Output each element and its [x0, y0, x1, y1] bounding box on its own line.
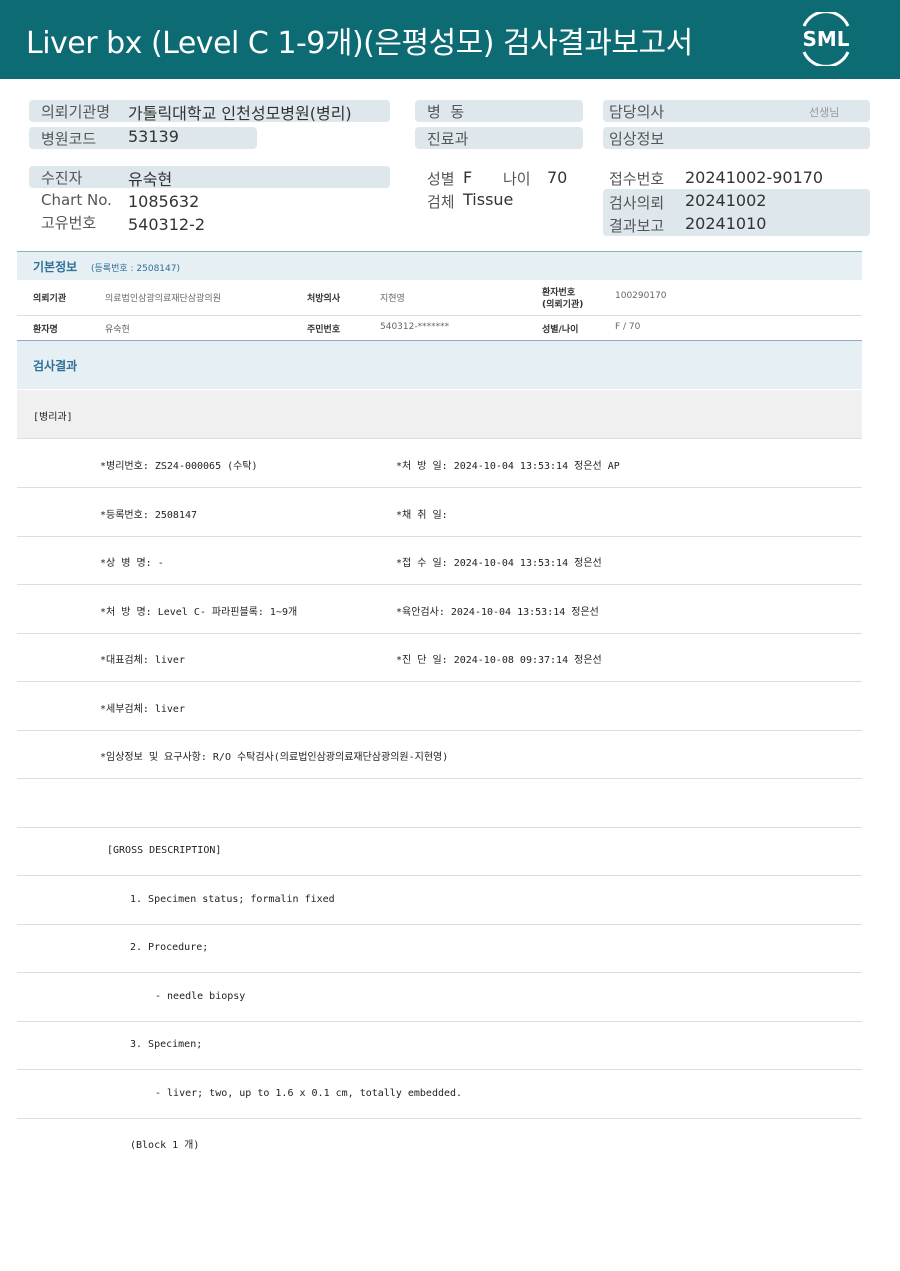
result-field-left: *상 병 명: - — [100, 558, 164, 569]
basic-key: 의뢰기관 — [33, 294, 67, 304]
inst-label: 의뢰기관명 — [41, 103, 111, 121]
result-row: *상 병 명: - *접 수 일: 2024-10-04 13:53:14 정은선 — [17, 536, 862, 585]
result-row: *등록번호: 2508147 *채 취 일: — [17, 488, 862, 537]
name-pill — [29, 166, 390, 188]
gross-row: 3. Specimen; — [17, 1021, 862, 1070]
ward-label: 병 동 — [427, 103, 465, 121]
results-title: 검사결과 — [33, 359, 78, 373]
basic-value: F / 70 — [615, 322, 641, 332]
gross-row: 1. Specimen status; formalin fixed — [17, 876, 862, 925]
result-field-left: *대표검체: liver — [100, 655, 185, 666]
result-field-right: *육안검사: 2024-10-04 13:53:14 정은선 — [396, 606, 599, 618]
result-row: *병리번호: ZS24-000065 (수탁) *처 방 일: 2024-10-0… — [17, 439, 862, 488]
basic-info-reg-note: (등록번호 : 2508147) — [91, 264, 180, 274]
basic-key: 주민번호 — [307, 325, 341, 335]
inst-value: 가톨릭대학교 인천성모병원(병리) — [128, 104, 352, 123]
gross-row: [GROSS DESCRIPTION] — [17, 827, 862, 876]
result-field-left: *병리번호: ZS24-000065 (수탁) — [100, 461, 258, 472]
gross-text: - needle biopsy — [155, 990, 246, 1002]
basic-key: 환자명 — [33, 325, 58, 335]
result-field-left: *임상정보 및 요구사항: R/O 수탁검사(의료법인삼광의료재단삼광의원-지현… — [100, 752, 449, 763]
code-value: 53139 — [128, 127, 179, 146]
sml-logo-icon: SML — [802, 12, 850, 66]
result-row: *세부검체: liver — [17, 682, 862, 731]
basic-info-title: 기본정보 — [33, 260, 78, 274]
basic-info-row: 환자명 유숙현 주민번호 540312-******* 성별/나이 F / 70 — [17, 316, 862, 341]
name-value: 유숙현 — [128, 170, 173, 189]
clinic-label: 임상정보 — [609, 130, 665, 148]
age-value: 70 — [547, 168, 568, 187]
result-field-right: *채 취 일: — [396, 509, 448, 521]
result-row: *대표검체: liver *진 단 일: 2024-10-08 09:37:14 … — [17, 633, 862, 682]
basic-info-row: 의뢰기관 의료법인삼광의료재단삼광의원 처방의사 지현영 환자번호 (의뢰기관)… — [17, 280, 862, 316]
report-label: 결과보고 — [609, 217, 665, 235]
receipt-label: 접수번호 — [609, 170, 665, 188]
uid-label: 고유번호 — [41, 214, 97, 232]
dept-label: 진료과 — [427, 130, 469, 148]
result-field-right: *처 방 일: 2024-10-04 13:53:14 정은선 AP — [396, 461, 620, 472]
specimen-value: Tissue — [463, 190, 514, 209]
gross-text: - liver; two, up to 1.6 x 0.1 cm, totall… — [155, 1087, 463, 1099]
name-label: 수진자 — [41, 169, 83, 187]
basic-key: (의뢰기관) — [542, 300, 584, 310]
age-label: 나이 — [503, 170, 531, 188]
results-dept: [병리과] — [33, 412, 73, 423]
basic-value: 540312-******* — [380, 322, 450, 332]
basic-key: 처방의사 — [307, 294, 341, 304]
code-label: 병원코드 — [41, 130, 97, 148]
result-row: *처 방 명: Level C- 파라핀블록: 1~9개 *육안검사: 2024-… — [17, 585, 862, 634]
gross-row: - needle biopsy — [17, 973, 862, 1022]
result-field-right: *접 수 일: 2024-10-04 13:53:14 정은선 — [396, 558, 602, 569]
result-row: *임상정보 및 요구사항: R/O 수탁검사(의료법인삼광의료재단삼광의원-지현… — [17, 730, 862, 779]
svg-text:SML: SML — [802, 27, 849, 51]
basic-value: 지현영 — [380, 294, 405, 304]
uid-value: 540312-2 — [128, 215, 206, 234]
basic-info-header: 기본정보 (등록번호 : 2508147) — [17, 251, 862, 280]
result-field-left: *세부검체: liver — [100, 703, 185, 715]
sex-label: 성별 — [427, 170, 455, 188]
specimen-label: 검체 — [427, 193, 455, 211]
gross-row — [17, 779, 862, 828]
report-header: Liver bx (Level C 1-9개)(은평성모) 검사결과보고서 SM… — [0, 0, 900, 79]
gross-text: 3. Specimen; — [130, 1039, 203, 1050]
report-value: 20241010 — [685, 214, 767, 233]
report-title: Liver bx (Level C 1-9개)(은평성모) 검사결과보고서 — [26, 26, 693, 61]
gross-row: (Block 1 개) — [17, 1118, 862, 1166]
gross-text: 1. Specimen status; formalin fixed — [130, 893, 335, 905]
sex-value: F — [463, 168, 473, 187]
receipt-value: 20241002-90170 — [685, 168, 824, 187]
basic-value: 유숙현 — [105, 325, 130, 335]
gross-text: [GROSS DESCRIPTION] — [107, 845, 222, 856]
gross-row: 2. Procedure; — [17, 924, 862, 973]
basic-value: 100290170 — [615, 291, 667, 301]
gross-text: 2. Procedure; — [130, 942, 209, 953]
result-field-left: *등록번호: 2508147 — [100, 509, 198, 521]
request-label: 검사의뢰 — [609, 194, 665, 212]
results-header: 검사결과 — [17, 341, 862, 389]
results-dept-row: [병리과] — [17, 390, 862, 439]
gross-text: (Block 1 개) — [130, 1140, 200, 1151]
doctor-suffix: 선생님 — [809, 106, 840, 119]
basic-key: 성별/나이 — [542, 325, 579, 335]
result-field-left: *처 방 명: Level C- 파라핀블록: 1~9개 — [100, 606, 298, 618]
request-value: 20241002 — [685, 191, 767, 210]
basic-value: 의료법인삼광의료재단삼광의원 — [105, 294, 221, 304]
gross-row: - liver; two, up to 1.6 x 0.1 cm, totall… — [17, 1070, 862, 1119]
doctor-label: 담당의사 — [609, 103, 665, 121]
result-field-right: *진 단 일: 2024-10-08 09:37:14 정은선 — [396, 655, 602, 666]
chart-label: Chart No. — [41, 191, 112, 209]
chart-value: 1085632 — [128, 192, 200, 211]
